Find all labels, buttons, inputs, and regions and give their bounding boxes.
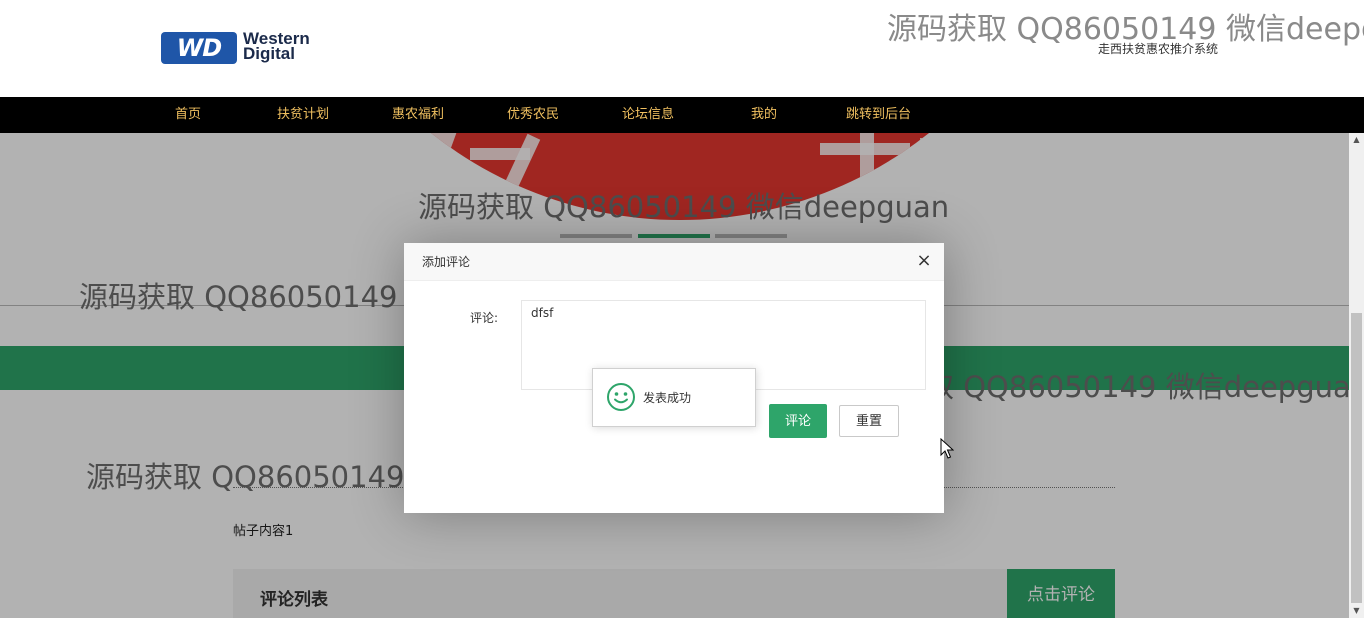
success-toast: 发表成功 bbox=[592, 368, 756, 427]
nav-item-farmers[interactable]: 优秀农民 bbox=[507, 97, 559, 133]
submit-comment-button[interactable]: 评论 bbox=[769, 404, 827, 438]
scroll-thumb[interactable] bbox=[1351, 313, 1362, 603]
nav-item-mine[interactable]: 我的 bbox=[751, 97, 777, 133]
smile-icon bbox=[607, 383, 635, 411]
dialog-header[interactable]: 添加评论 × bbox=[404, 243, 944, 281]
scroll-up-arrow-icon[interactable]: ▲ bbox=[1349, 133, 1364, 147]
site-subtitle: 走西扶贫惠农推介系统 bbox=[1098, 42, 1219, 56]
logo-badge: WD bbox=[161, 32, 237, 64]
mouse-cursor-icon bbox=[940, 438, 954, 459]
reset-button[interactable]: 重置 bbox=[839, 405, 899, 437]
nav-item-home[interactable]: 首页 bbox=[175, 97, 201, 133]
scroll-down-arrow-icon[interactable]: ▼ bbox=[1349, 604, 1364, 618]
page-scrollbar[interactable]: ▲ ▼ bbox=[1349, 133, 1364, 618]
main-nav: 首页 扶贫计划 惠农福利 优秀农民 论坛信息 我的 跳转到后台 bbox=[0, 97, 1364, 133]
toast-message: 发表成功 bbox=[643, 391, 692, 405]
site-header: WD Western Digital 源码获取 QQ86050149 微信dee… bbox=[0, 0, 1364, 97]
logo-line-2: Digital bbox=[243, 44, 295, 63]
dialog-title: 添加评论 bbox=[422, 255, 471, 269]
nav-item-forum[interactable]: 论坛信息 bbox=[622, 97, 674, 133]
nav-item-admin[interactable]: 跳转到后台 bbox=[846, 97, 911, 133]
nav-item-welfare[interactable]: 惠农福利 bbox=[392, 97, 444, 133]
logo-text: Western Digital bbox=[243, 30, 310, 63]
comment-field-label: 评论: bbox=[470, 311, 499, 325]
nav-item-poverty-plan[interactable]: 扶贫计划 bbox=[277, 97, 329, 133]
brand-logo[interactable]: WD Western Digital bbox=[161, 30, 331, 66]
close-icon[interactable]: × bbox=[916, 252, 932, 270]
